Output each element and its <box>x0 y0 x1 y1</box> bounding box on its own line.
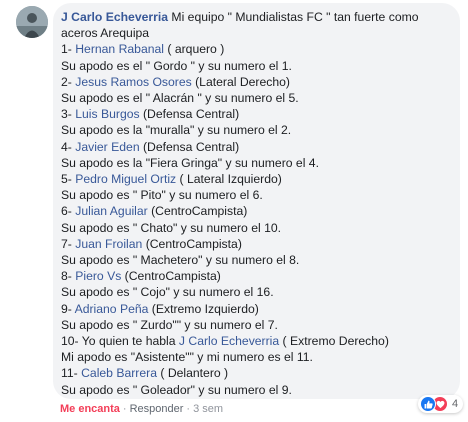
comment-actions: Me encanta · Responder · 3 sem <box>60 403 223 415</box>
comment-line: 2- Jesus Ramos Osores (Lateral Derecho) <box>61 74 450 90</box>
author-name-link[interactable]: J Carlo Echeverria <box>61 10 168 24</box>
mention-link[interactable]: Jesus Ramos Osores <box>75 75 192 89</box>
comment-bubble: J Carlo Echeverria Mi equipo " Mundialis… <box>53 3 460 399</box>
comment-text-segment: ( arquero ) <box>164 42 225 57</box>
reaction-count: 4 <box>452 398 459 410</box>
comment-text-segment: 5- <box>61 172 76 187</box>
comment-line: Su apodo es " Zurdo"" y su numero el 7. <box>61 317 450 333</box>
comment-text-segment: Su apodo es " Zurdo"" y su numero el 7. <box>61 317 278 332</box>
comment-page: J Carlo Echeverria Mi equipo " Mundialis… <box>0 0 468 422</box>
mention-link[interactable]: Javier Eden <box>75 140 139 154</box>
comment-text-segment: 1- <box>61 42 76 57</box>
mention-link[interactable]: Julian Aguilar <box>75 204 148 218</box>
comment-text-segment: (Lateral Derecho) <box>191 74 290 89</box>
avatar-photo-icon <box>16 6 48 38</box>
comment-line: aceros Arequipa <box>61 25 450 41</box>
timestamp[interactable]: 3 sem <box>193 403 223 415</box>
comment-text-segment: Su apodo es " Chato" y su numero el 10. <box>61 220 282 235</box>
comment-text-segment: ( Extremo Derecho) <box>279 334 389 349</box>
comment-line: Su apodo es " Machetero" y su numero el … <box>61 252 450 268</box>
mention-link[interactable]: Adriano Peña <box>75 302 149 316</box>
comment-line: 8- Piero Vs (CentroCampista) <box>61 268 450 284</box>
thumbs-up-icon <box>420 396 436 412</box>
comment-text-segment: Su apodo es la "Fiera Gringa" y su numer… <box>61 155 319 170</box>
comment-text-segment: 10- Yo quien te habla <box>61 334 179 349</box>
comment-line: 6- Julian Aguilar (CentroCampista) <box>61 203 450 219</box>
comment-text-segment: Mi apodo es "Asistente"" y mi numero es … <box>61 350 313 365</box>
mention-link[interactable]: Hernan Rabanal <box>75 42 164 56</box>
comment-line: Su apodo es " Chato" y su numero el 10. <box>61 220 450 236</box>
comment-line: 4- Javier Eden (Defensa Central) <box>61 139 450 155</box>
comment-text-segment: (CentroCampista) <box>142 236 242 251</box>
mention-link[interactable]: Caleb Barrera <box>81 366 157 380</box>
mention-link[interactable]: J Carlo Echeverria <box>179 334 279 348</box>
reply-button[interactable]: Responder <box>130 403 184 415</box>
comment-text-segment: Su apodo es " Cojo" y su numero el 16. <box>61 285 274 300</box>
comment-line: Su apodo es " Cojo" y su numero el 16. <box>61 284 450 300</box>
comment-text-segment: (Defensa Central) <box>139 107 240 122</box>
comment-line: 1- Hernan Rabanal ( arquero ) <box>61 41 450 57</box>
separator: · <box>122 403 127 415</box>
comment-line: 10- Yo quien te habla J Carlo Echeverria… <box>61 333 450 349</box>
reaction-summary[interactable]: 4 <box>418 395 464 413</box>
comment-line: 3- Luis Burgos (Defensa Central) <box>61 106 450 122</box>
comment-text-segment: 7- <box>61 236 76 251</box>
comment-text-segment: 3- <box>61 107 76 122</box>
comment-text-segment: Su apodo es " Goleador" y su numero el 9… <box>61 382 292 397</box>
comment-line: Mi apodo es "Asistente"" y mi numero es … <box>61 349 450 365</box>
comment-line: J Carlo Echeverria Mi equipo " Mundialis… <box>61 9 450 25</box>
comment-text-segment: Su apodo es el " Gordo " y su numero el … <box>61 58 292 73</box>
comment-text-segment: aceros Arequipa <box>61 26 150 41</box>
comment-text-segment: 11- <box>61 366 82 381</box>
comment-text-segment: (CentroCampista) <box>147 204 248 219</box>
love-reaction-button[interactable]: Me encanta <box>60 403 120 415</box>
comment-line: 5- Pedro Miguel Ortiz ( Lateral Izquierd… <box>61 171 450 187</box>
comment-text-segment: Su apodo es " Machetero" y su numero el … <box>61 253 300 268</box>
comment-line: 7- Juan Froilan (CentroCampista) <box>61 236 450 252</box>
comment-text-segment: Su apodo es la "muralla" y su numero el … <box>61 123 292 138</box>
comment-line: Su apodo es el " Alacrán " y su numero e… <box>61 90 450 106</box>
comment-line: 9- Adriano Peña (Extremo Izquierdo) <box>61 301 450 317</box>
comment-text-segment: 2- <box>61 74 76 89</box>
comment-text-segment: ( Lateral Izquierdo) <box>176 172 282 187</box>
mention-link[interactable]: Juan Froilan <box>75 237 142 251</box>
comment-text-segment: ( Delantero ) <box>156 366 229 381</box>
comment-text-segment: (Extremo Izquierdo) <box>148 301 259 316</box>
comment-text-segment: 4- <box>61 139 76 154</box>
comment-text-segment: Mi equipo " Mundialistas FC " tan fuerte… <box>168 10 419 24</box>
comment-text-segment: (Defensa Central) <box>139 139 240 154</box>
comment-text-segment: Su apodo es " Pito" y su numero el 6. <box>61 188 263 203</box>
comment-line: 11- Caleb Barrera ( Delantero ) <box>61 365 450 381</box>
comment-line: Su apodo es la "Fiera Gringa" y su numer… <box>61 155 450 171</box>
comment-text-segment: 9- <box>61 301 75 316</box>
mention-link[interactable]: Pedro Miguel Ortiz <box>75 172 176 186</box>
comment-text-segment: Su apodo es el " Alacrán " y su numero e… <box>61 91 299 106</box>
separator: · <box>186 403 191 415</box>
comment-line: Su apodo es " Pito" y su numero el 6. <box>61 187 450 203</box>
avatar[interactable] <box>16 6 48 38</box>
comment-body: J Carlo Echeverria Mi equipo " Mundialis… <box>61 9 450 398</box>
comment-line: Su apodo es " Goleador" y su numero el 9… <box>61 382 450 398</box>
comment-text-segment: (CentroCampista) <box>121 269 221 284</box>
comment-text-segment: 8- <box>61 269 76 284</box>
comment-line: Su apodo es el " Gordo " y su numero el … <box>61 58 450 74</box>
comment-text-segment: 6- <box>61 204 76 219</box>
mention-link[interactable]: Piero Vs <box>75 269 121 283</box>
mention-link[interactable]: Luis Burgos <box>75 107 139 121</box>
comment-line: Su apodo es la "muralla" y su numero el … <box>61 122 450 138</box>
